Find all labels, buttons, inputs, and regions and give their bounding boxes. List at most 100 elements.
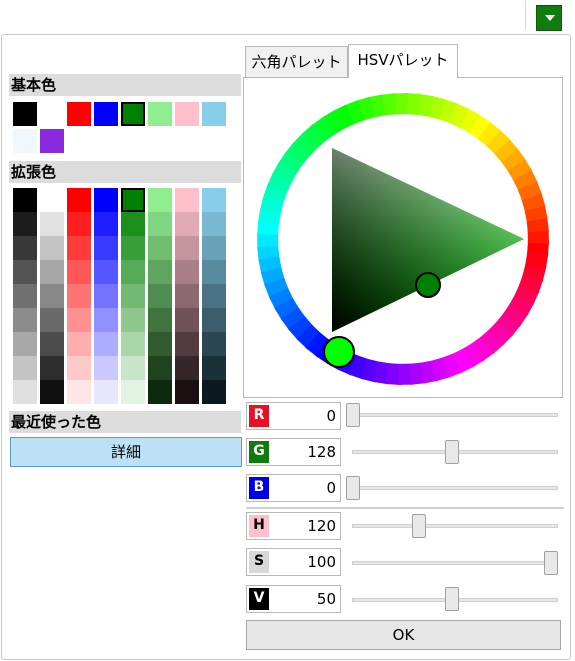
- basic-color-swatch[interactable]: [94, 102, 118, 126]
- extended-color-swatch[interactable]: [175, 284, 199, 308]
- saturation-slider-track[interactable]: [352, 561, 558, 565]
- saturation-slider-thumb[interactable]: [544, 551, 558, 575]
- extended-color-swatch[interactable]: [175, 236, 199, 260]
- hue-selector-handle[interactable]: [323, 336, 355, 368]
- extended-color-swatch[interactable]: [67, 284, 91, 308]
- extended-color-swatch[interactable]: [175, 260, 199, 284]
- extended-color-swatch[interactable]: [94, 188, 118, 212]
- extended-color-swatch[interactable]: [67, 260, 91, 284]
- extended-color-swatch[interactable]: [148, 332, 172, 356]
- extended-color-swatch[interactable]: [175, 188, 199, 212]
- extended-color-swatch[interactable]: [94, 260, 118, 284]
- extended-color-swatch[interactable]: [40, 212, 64, 236]
- extended-color-swatch[interactable]: [121, 284, 145, 308]
- extended-color-swatch[interactable]: [13, 188, 37, 212]
- basic-color-swatch[interactable]: [13, 129, 37, 153]
- extended-color-swatch[interactable]: [121, 236, 145, 260]
- extended-color-swatch[interactable]: [94, 308, 118, 332]
- sv-selector-handle[interactable]: [415, 272, 441, 298]
- extended-color-swatch[interactable]: [40, 284, 64, 308]
- extended-color-swatch[interactable]: [121, 188, 145, 212]
- extended-color-swatch[interactable]: [67, 356, 91, 380]
- hue-slider-thumb[interactable]: [412, 514, 426, 538]
- basic-color-swatch[interactable]: [40, 129, 64, 153]
- blue-slider-track[interactable]: [352, 486, 558, 490]
- blue-slider-thumb[interactable]: [346, 476, 360, 500]
- hue-slider-track[interactable]: [352, 524, 558, 528]
- extended-color-swatch[interactable]: [148, 380, 172, 404]
- extended-color-swatch[interactable]: [202, 284, 226, 308]
- green-slider-thumb[interactable]: [445, 440, 459, 464]
- basic-color-swatch[interactable]: [13, 102, 37, 126]
- extended-color-swatch[interactable]: [202, 308, 226, 332]
- extended-color-swatch[interactable]: [13, 356, 37, 380]
- extended-color-swatch[interactable]: [67, 188, 91, 212]
- blue-field[interactable]: B 0: [246, 474, 341, 502]
- extended-color-swatch[interactable]: [67, 212, 91, 236]
- extended-color-swatch[interactable]: [67, 236, 91, 260]
- extended-color-swatch[interactable]: [202, 260, 226, 284]
- extended-color-swatch[interactable]: [121, 260, 145, 284]
- extended-color-swatch[interactable]: [67, 332, 91, 356]
- basic-color-swatch[interactable]: [175, 102, 199, 126]
- tab-hex-palette[interactable]: 六角パレット: [245, 46, 348, 77]
- extended-color-swatch[interactable]: [40, 260, 64, 284]
- extended-color-swatch[interactable]: [175, 308, 199, 332]
- extended-color-swatch[interactable]: [148, 188, 172, 212]
- extended-color-swatch[interactable]: [40, 332, 64, 356]
- extended-color-swatch[interactable]: [148, 260, 172, 284]
- extended-color-swatch[interactable]: [148, 212, 172, 236]
- extended-color-swatch[interactable]: [202, 236, 226, 260]
- extended-color-swatch[interactable]: [202, 356, 226, 380]
- extended-color-swatch[interactable]: [175, 380, 199, 404]
- basic-color-swatch[interactable]: [202, 102, 226, 126]
- extended-color-swatch[interactable]: [148, 308, 172, 332]
- tab-hsv-palette[interactable]: HSVパレット: [348, 44, 458, 78]
- extended-color-swatch[interactable]: [13, 236, 37, 260]
- saturation-field[interactable]: S 100: [246, 548, 341, 576]
- extended-color-swatch[interactable]: [40, 380, 64, 404]
- extended-color-swatch[interactable]: [121, 212, 145, 236]
- extended-color-swatch[interactable]: [175, 332, 199, 356]
- extended-color-swatch[interactable]: [121, 308, 145, 332]
- extended-color-swatch[interactable]: [94, 284, 118, 308]
- extended-color-swatch[interactable]: [13, 212, 37, 236]
- extended-color-swatch[interactable]: [40, 236, 64, 260]
- extended-color-swatch[interactable]: [67, 308, 91, 332]
- extended-color-swatch[interactable]: [202, 380, 226, 404]
- extended-color-swatch[interactable]: [202, 188, 226, 212]
- extended-color-swatch[interactable]: [13, 380, 37, 404]
- red-slider-track[interactable]: [352, 413, 558, 417]
- extended-color-swatch[interactable]: [13, 284, 37, 308]
- green-field[interactable]: G 128: [246, 438, 341, 466]
- extended-color-swatch[interactable]: [121, 356, 145, 380]
- extended-color-swatch[interactable]: [13, 260, 37, 284]
- basic-color-swatch[interactable]: [40, 102, 64, 126]
- hue-field[interactable]: H 120: [246, 512, 341, 540]
- extended-color-swatch[interactable]: [94, 380, 118, 404]
- extended-color-swatch[interactable]: [13, 308, 37, 332]
- red-field[interactable]: R 0: [246, 402, 341, 430]
- extended-color-swatch[interactable]: [94, 236, 118, 260]
- extended-color-swatch[interactable]: [94, 356, 118, 380]
- value-field[interactable]: V 50: [246, 585, 341, 613]
- basic-color-swatch[interactable]: [148, 102, 172, 126]
- detail-button[interactable]: 詳細: [10, 437, 242, 467]
- extended-color-swatch[interactable]: [94, 212, 118, 236]
- extended-color-swatch[interactable]: [148, 284, 172, 308]
- extended-color-swatch[interactable]: [202, 212, 226, 236]
- extended-color-swatch[interactable]: [175, 212, 199, 236]
- extended-color-swatch[interactable]: [40, 356, 64, 380]
- extended-color-swatch[interactable]: [40, 308, 64, 332]
- value-slider-thumb[interactable]: [445, 587, 459, 611]
- extended-color-swatch[interactable]: [13, 332, 37, 356]
- extended-color-swatch[interactable]: [202, 332, 226, 356]
- extended-color-swatch[interactable]: [94, 332, 118, 356]
- ok-button[interactable]: OK: [246, 620, 561, 650]
- basic-color-swatch[interactable]: [67, 102, 91, 126]
- extended-color-swatch[interactable]: [40, 188, 64, 212]
- extended-color-swatch[interactable]: [148, 236, 172, 260]
- extended-color-swatch[interactable]: [121, 380, 145, 404]
- basic-color-swatch[interactable]: [121, 102, 145, 126]
- color-dropdown-button[interactable]: [536, 5, 562, 31]
